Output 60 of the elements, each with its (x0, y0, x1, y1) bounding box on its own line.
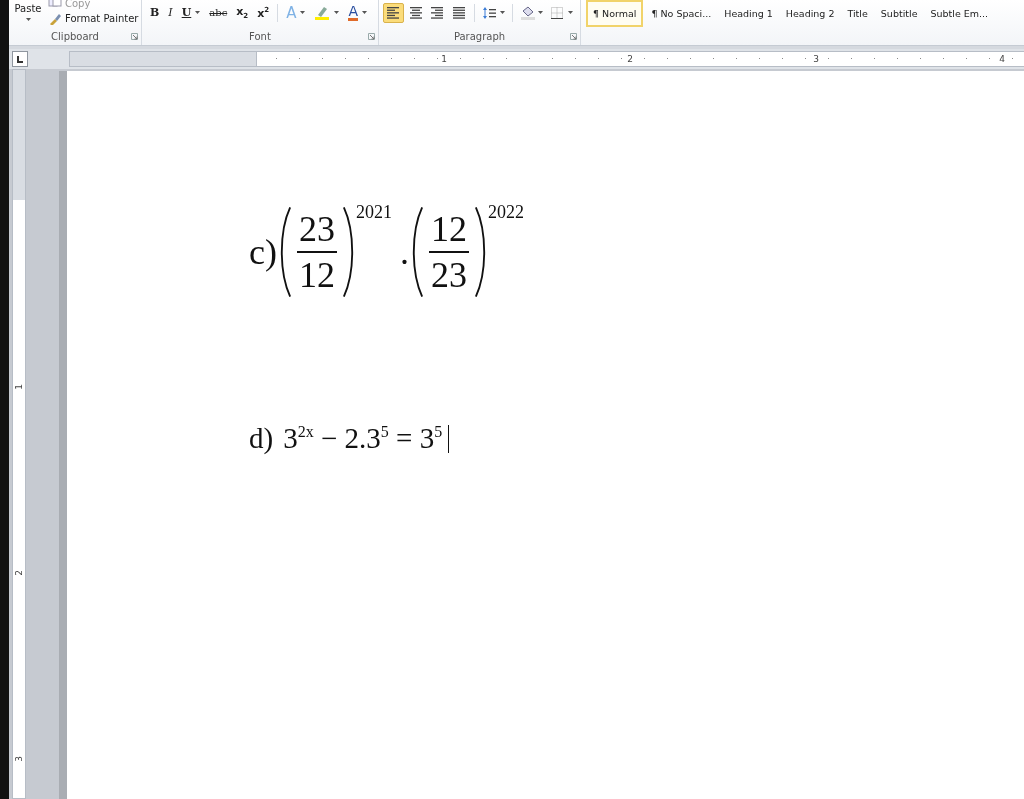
equation: 3$^{2x}$ − 2.3$^{5}$ = 3$^{5}$ (283, 422, 443, 455)
exponent: 2022 (487, 201, 524, 223)
highlighter-icon (314, 5, 331, 20)
justify-icon (452, 5, 467, 20)
ruler-number: 3 (813, 53, 819, 66)
group-label: Clipboard (51, 30, 99, 42)
borders-icon (550, 5, 565, 20)
group-label: Font (249, 30, 271, 42)
paint-bucket-icon (520, 5, 535, 20)
underline-button[interactable]: U (177, 2, 205, 23)
denominator: 23 (430, 254, 467, 295)
align-center-icon (408, 5, 423, 20)
format-painter-button[interactable]: Format Painter (47, 12, 140, 25)
caret-icon (25, 18, 31, 21)
align-right-icon (430, 5, 445, 20)
style-option[interactable]: Heading 1 (719, 0, 778, 27)
align-left-button[interactable] (383, 2, 404, 23)
ruler-number: 1 (441, 53, 447, 66)
exponent: 2021 (355, 201, 392, 223)
style-option[interactable]: Subtle Em... (925, 0, 994, 27)
ruler-number: 2 (627, 53, 633, 66)
italic-button[interactable]: I (164, 2, 177, 23)
align-left-icon (386, 5, 401, 20)
caret-icon (568, 11, 573, 14)
numerator: 23 (298, 208, 335, 249)
horizontal-ruler[interactable]: 1 2 3 4 (69, 51, 1024, 67)
ruler-number: 2 (14, 570, 24, 576)
style-option[interactable]: Heading 2 (780, 0, 840, 27)
math-label: d) (249, 422, 274, 455)
style-option[interactable]: Title (842, 0, 873, 27)
tab-selector-icon[interactable] (12, 51, 28, 67)
caret-icon (362, 11, 368, 14)
style-option[interactable]: Subtitle (875, 0, 923, 27)
numerator: 12 (430, 208, 467, 249)
copy-icon (48, 0, 62, 7)
ruler-number: 1 (14, 384, 24, 390)
style-option[interactable]: ¶ Normal (586, 0, 644, 27)
paintbrush-icon (48, 12, 62, 25)
dialog-launcher-icon (131, 33, 138, 40)
dialog-launcher-icon (368, 33, 375, 40)
caret-icon (334, 11, 340, 14)
denominator: 12 (298, 254, 335, 295)
dialog-launcher-icon (570, 33, 577, 40)
caret-icon (300, 11, 306, 14)
bold-button[interactable]: B (146, 2, 164, 23)
group-label: Paragraph (453, 30, 506, 42)
ruler-number: 4 (999, 53, 1005, 66)
multiply-dot: . (399, 233, 409, 270)
caret-icon (538, 11, 543, 14)
math-label: c) (249, 230, 277, 273)
caret-icon (195, 11, 201, 14)
color-button[interactable]: A (344, 2, 372, 23)
strike-button[interactable]: abc (205, 2, 232, 23)
ruler-number: 3 (14, 756, 24, 762)
line-spacing-icon (482, 5, 497, 20)
style-option[interactable]: ¶ No Spaci... (646, 0, 717, 27)
caret-icon (500, 11, 505, 14)
sub-button[interactable]: x$_{2}$ (232, 2, 253, 23)
sup-button[interactable]: x$^{2}$ (253, 2, 274, 23)
paste-button[interactable]: Paste (9, 2, 47, 22)
